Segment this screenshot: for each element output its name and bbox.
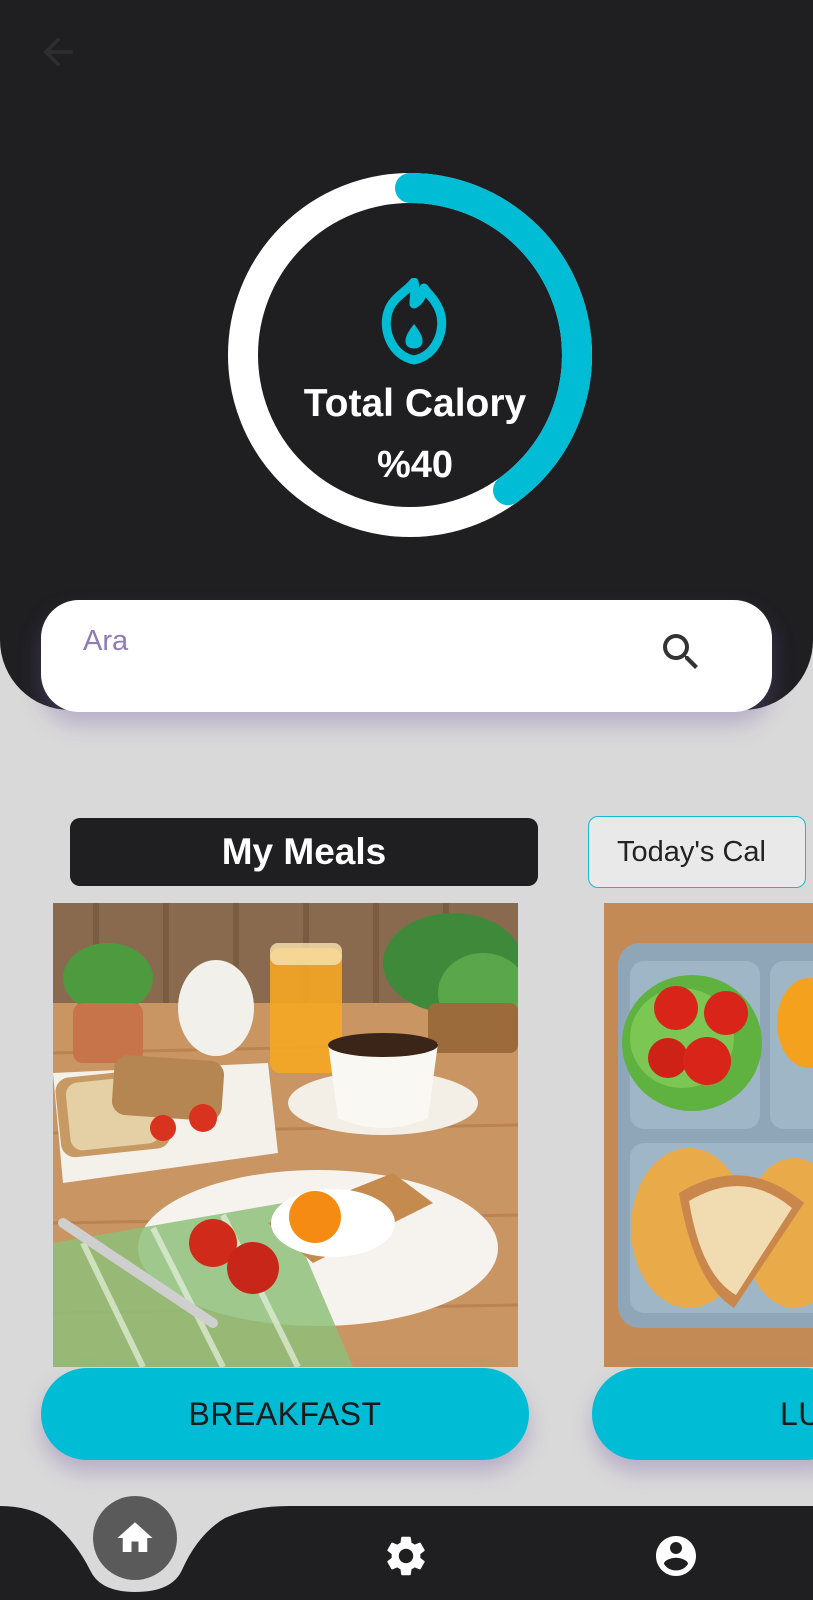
nav-home[interactable] [93, 1496, 177, 1580]
tab-my-meals[interactable]: My Meals [70, 818, 538, 886]
fire-icon [381, 278, 447, 365]
arrow-back-icon[interactable] [36, 30, 80, 74]
total-calorie-percent: %40 [376, 444, 454, 486]
breakfast-button[interactable]: BREAKFAST [41, 1368, 529, 1460]
total-calorie-title: Total Calory [303, 382, 527, 425]
lunch-photo[interactable] [604, 903, 813, 1367]
search-icon[interactable] [657, 628, 705, 676]
tab-todays-calories[interactable]: Today's Cal [588, 816, 806, 888]
search-placeholder: Ara [83, 625, 129, 657]
gear-icon[interactable] [382, 1532, 430, 1580]
search-input[interactable]: Ara [41, 600, 772, 712]
account-icon[interactable] [652, 1532, 700, 1580]
lunch-button[interactable]: LU [592, 1368, 813, 1460]
home-icon [117, 1522, 153, 1552]
app-bar [0, 0, 813, 110]
breakfast-photo[interactable] [53, 903, 518, 1367]
